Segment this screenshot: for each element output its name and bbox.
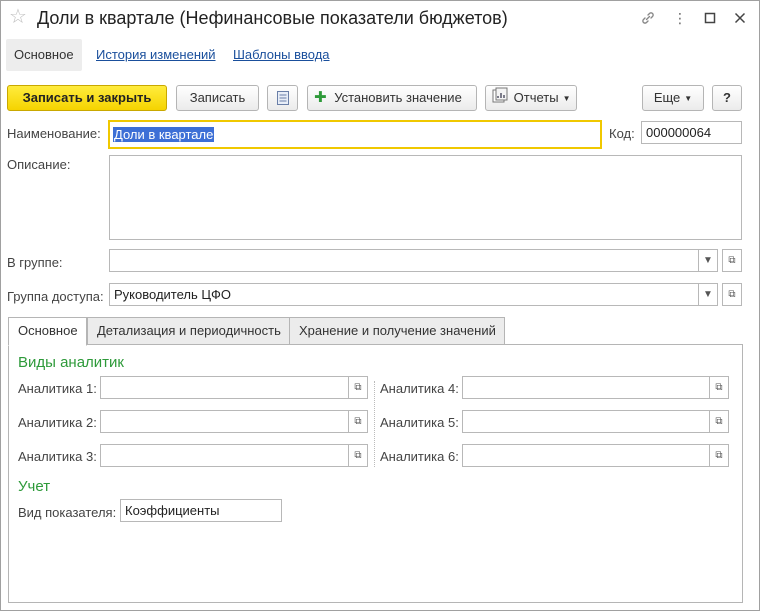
star-icon[interactable]: ☆: [9, 7, 27, 27]
set-value-label: Установить значение: [334, 90, 462, 105]
tab-bar: Основное Детализация и периодичность Хра…: [8, 317, 743, 346]
access-group-open-button[interactable]: ⧉: [722, 283, 742, 306]
analytics-6-label: Аналитика 6:: [380, 449, 459, 464]
name-value: Доли в квартале: [113, 127, 215, 142]
analytics-4-label: Аналитика 4:: [380, 381, 459, 396]
name-input[interactable]: Доли в квартале: [108, 120, 602, 149]
analytics-1-label: Аналитика 1:: [18, 381, 97, 396]
set-value-button[interactable]: ✚ Установить значение: [307, 85, 477, 111]
more-label: Еще: [653, 90, 681, 105]
nav-history[interactable]: История изменений: [96, 39, 216, 71]
help-button[interactable]: ?: [712, 85, 742, 111]
code-label: Код:: [609, 126, 635, 141]
analytics-2-open-button[interactable]: ⧉: [348, 410, 368, 433]
chevron-down-icon: ▼: [562, 93, 571, 103]
plus-icon: ✚: [314, 89, 327, 106]
close-icon[interactable]: [729, 7, 751, 29]
analytics-1-open-button[interactable]: ⧉: [348, 376, 368, 399]
reports-button[interactable]: Отчеты ▼: [485, 85, 577, 111]
analytics-2-input[interactable]: [100, 410, 349, 433]
document-list-button[interactable]: [267, 85, 298, 111]
save-button[interactable]: Записать: [176, 85, 259, 111]
indicator-type-label: Вид показателя:: [18, 505, 117, 520]
group-dropdown-button[interactable]: ▼: [698, 249, 718, 272]
reports-label: Отчеты: [513, 90, 559, 105]
group-open-button[interactable]: ⧉: [722, 249, 742, 272]
tab-detalization[interactable]: Детализация и периодичность: [87, 317, 290, 345]
analytics-3-open-button[interactable]: ⧉: [348, 444, 368, 467]
accounting-section-title: Учет: [18, 478, 51, 495]
nav-main[interactable]: Основное: [6, 39, 82, 71]
window-title: Доли в квартале (Нефинансовые показатели…: [37, 8, 508, 28]
name-label: Наименование:: [7, 126, 101, 141]
form-window: ☆ Доли в квартале (Нефинансовые показате…: [0, 0, 760, 611]
more-button[interactable]: Еще ▼: [642, 85, 704, 111]
description-label: Описание:: [7, 157, 71, 172]
reports-icon: [492, 87, 508, 111]
maximize-icon[interactable]: [699, 7, 721, 29]
access-group-input[interactable]: Руководитель ЦФО: [109, 283, 699, 306]
analytics-section-title: Виды аналитик: [18, 354, 124, 371]
analytics-4-open-button[interactable]: ⧉: [709, 376, 729, 399]
tab-storage[interactable]: Хранение и получение значений: [289, 317, 505, 345]
more-vertical-icon[interactable]: ⋮: [669, 7, 691, 29]
title-bar: ☆ Доли в квартале (Нефинансовые показате…: [1, 1, 759, 37]
save-and-close-button[interactable]: Записать и закрыть: [7, 85, 167, 111]
group-input[interactable]: [109, 249, 699, 272]
analytics-6-input[interactable]: [462, 444, 710, 467]
access-group-dropdown-button[interactable]: ▼: [698, 283, 718, 306]
analytics-5-input[interactable]: [462, 410, 710, 433]
tab-main[interactable]: Основное: [8, 317, 87, 346]
analytics-5-open-button[interactable]: ⧉: [709, 410, 729, 433]
form-navigation: Основное История изменений Шаблоны ввода: [6, 39, 756, 71]
access-group-label: Группа доступа:: [7, 289, 104, 304]
analytics-6-open-button[interactable]: ⧉: [709, 444, 729, 467]
indicator-type-field[interactable]: Коэффициенты: [120, 499, 282, 522]
code-input[interactable]: 000000064: [641, 121, 742, 144]
analytics-3-label: Аналитика 3:: [18, 449, 97, 464]
column-separator: [374, 381, 375, 467]
list-icon: [276, 91, 289, 105]
analytics-3-input[interactable]: [100, 444, 349, 467]
chevron-down-icon: ▼: [684, 93, 693, 103]
nav-templates[interactable]: Шаблоны ввода: [233, 39, 330, 71]
analytics-2-label: Аналитика 2:: [18, 415, 97, 430]
link-icon[interactable]: [637, 7, 659, 29]
group-label: В группе:: [7, 255, 63, 270]
analytics-1-input[interactable]: [100, 376, 349, 399]
analytics-5-label: Аналитика 5:: [380, 415, 459, 430]
description-textarea[interactable]: [109, 155, 742, 240]
analytics-4-input[interactable]: [462, 376, 710, 399]
